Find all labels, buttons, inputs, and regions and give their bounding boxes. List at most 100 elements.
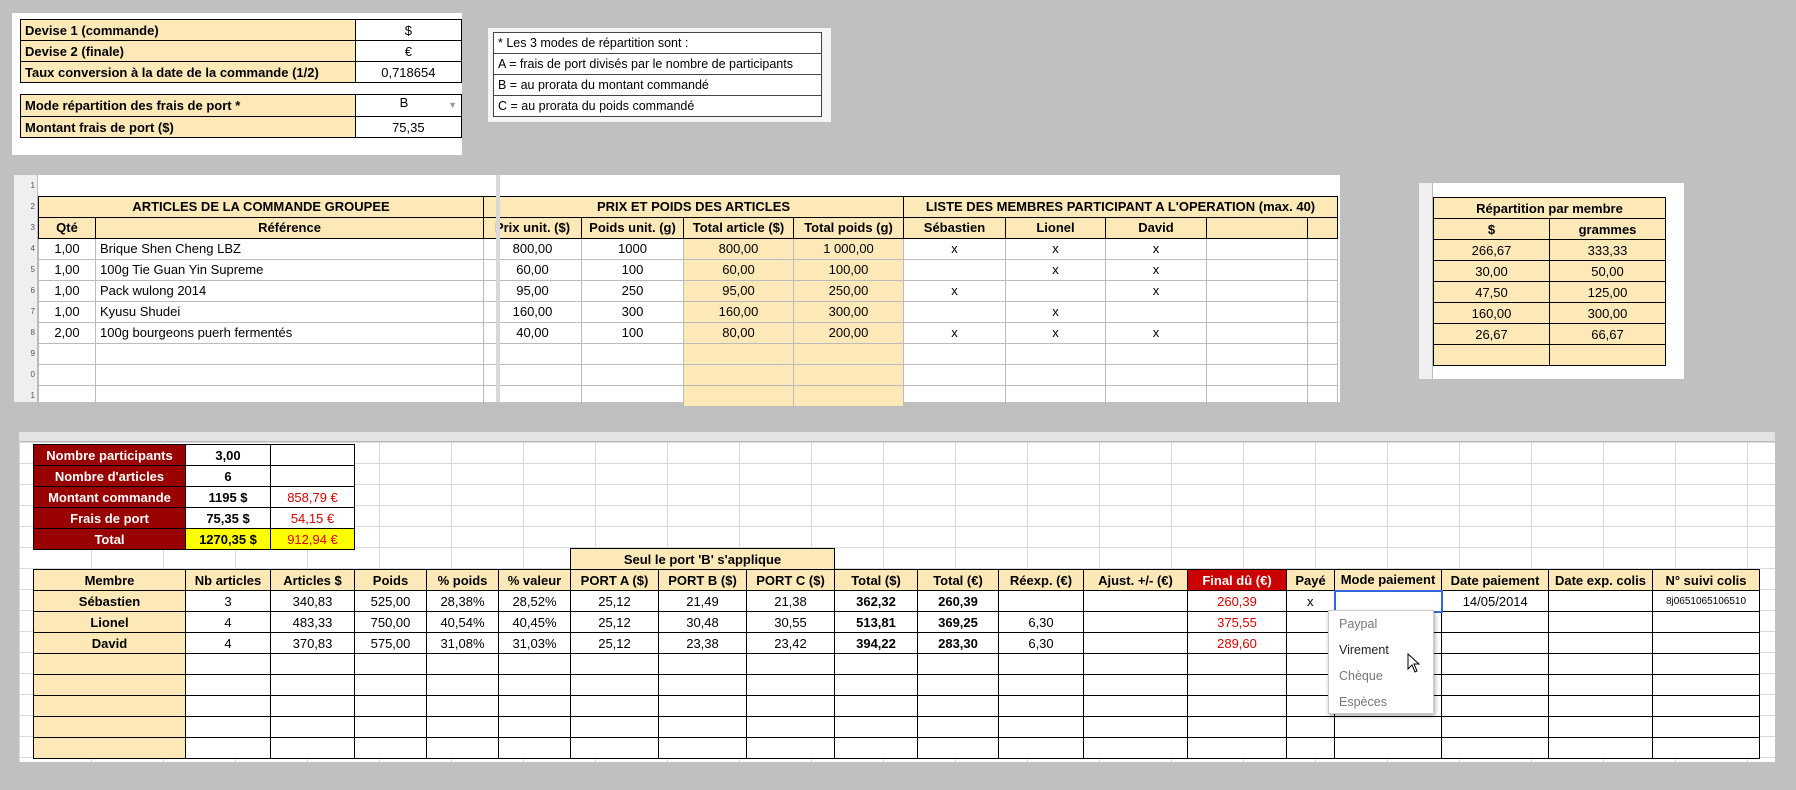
final-due-cell[interactable]: 375,55 <box>1187 611 1287 633</box>
cell[interactable] <box>498 695 571 717</box>
cell[interactable] <box>1083 590 1188 612</box>
cell[interactable] <box>581 384 684 407</box>
cell[interactable]: 283,30 <box>917 632 999 654</box>
cell[interactable] <box>270 674 355 696</box>
stat-value[interactable]: 3,00 <box>185 444 271 466</box>
cell[interactable] <box>746 653 835 675</box>
cell[interactable] <box>1548 611 1653 633</box>
cell[interactable]: 300,00 <box>1549 302 1666 324</box>
cell[interactable] <box>581 342 684 365</box>
cell[interactable]: 750,00 <box>354 611 427 633</box>
cell[interactable] <box>95 363 484 386</box>
cell[interactable] <box>1105 384 1207 407</box>
cell[interactable] <box>1083 611 1188 633</box>
cell[interactable] <box>1206 342 1308 365</box>
cell[interactable] <box>903 258 1006 281</box>
final-due-cell[interactable]: 260,39 <box>1187 590 1287 612</box>
cell[interactable] <box>683 363 794 386</box>
cell[interactable] <box>570 695 659 717</box>
cell[interactable]: 95,00 <box>683 279 794 302</box>
cell[interactable] <box>1206 258 1308 281</box>
cell[interactable]: x <box>903 279 1006 302</box>
cell[interactable] <box>1005 279 1106 302</box>
cell[interactable] <box>793 384 904 407</box>
cell[interactable] <box>998 653 1084 675</box>
cell[interactable]: 513,81 <box>834 611 918 633</box>
cell[interactable] <box>1005 384 1106 407</box>
row-number[interactable]: 5 <box>14 259 37 280</box>
cell[interactable]: x <box>1105 237 1207 260</box>
cell[interactable] <box>998 590 1084 612</box>
cell[interactable] <box>270 716 355 738</box>
cell[interactable] <box>1548 716 1653 738</box>
cell[interactable] <box>917 716 999 738</box>
cell[interactable] <box>834 674 918 696</box>
cell[interactable]: x <box>1005 237 1106 260</box>
cell[interactable]: 28,52% <box>498 590 571 612</box>
cell[interactable] <box>1187 695 1287 717</box>
cell[interactable]: 100 <box>581 321 684 344</box>
cell[interactable] <box>746 737 835 759</box>
cell[interactable]: 14/05/2014 <box>1441 590 1549 612</box>
cell[interactable]: 40,45% <box>498 611 571 633</box>
cell[interactable]: 4 <box>185 611 271 633</box>
cell[interactable] <box>270 737 355 759</box>
cell[interactable]: 21,49 <box>658 590 747 612</box>
cell[interactable] <box>426 653 499 675</box>
cell[interactable] <box>1206 237 1308 260</box>
cell[interactable]: 47,50 <box>1433 281 1550 303</box>
cell[interactable]: 1,00 <box>38 258 96 281</box>
cell[interactable]: 80,00 <box>683 321 794 344</box>
cell[interactable]: 100g Tie Guan Yin Supreme <box>95 258 484 281</box>
cell[interactable] <box>1334 716 1442 738</box>
cell[interactable] <box>95 342 484 365</box>
cell[interactable] <box>570 737 659 759</box>
cell[interactable] <box>1307 258 1338 281</box>
cell[interactable] <box>1652 716 1760 738</box>
cell[interactable] <box>1206 363 1308 386</box>
cell[interactable]: 575,00 <box>354 632 427 654</box>
cell[interactable] <box>1441 695 1549 717</box>
stat-value-euro[interactable]: 858,79 € <box>270 486 355 508</box>
member-name[interactable]: Lionel <box>33 611 186 633</box>
cell[interactable]: 370,83 <box>270 632 355 654</box>
stat-value[interactable]: 1195 $ <box>185 486 271 508</box>
cell[interactable] <box>1187 737 1287 759</box>
cell[interactable]: 100,00 <box>793 258 904 281</box>
cell[interactable] <box>1083 674 1188 696</box>
cell[interactable]: 6,30 <box>998 611 1084 633</box>
cell[interactable] <box>1286 716 1335 738</box>
cell[interactable]: 31,03% <box>498 632 571 654</box>
cell[interactable]: 23,42 <box>746 632 835 654</box>
cell[interactable]: 30,55 <box>746 611 835 633</box>
row-number[interactable]: 9 <box>14 343 37 364</box>
dropdown-option-especes[interactable]: Espèces <box>1329 689 1433 715</box>
paid-cell[interactable]: x <box>1286 590 1335 612</box>
tracking-cell[interactable]: 8j0651065106510 <box>1652 590 1760 612</box>
cell[interactable] <box>1441 611 1549 633</box>
cell[interactable] <box>1083 737 1188 759</box>
cell[interactable] <box>1441 653 1549 675</box>
cell[interactable] <box>498 674 571 696</box>
cell[interactable]: 100g bourgeons puerh fermentés <box>95 321 484 344</box>
cell[interactable] <box>185 716 271 738</box>
cell[interactable]: x <box>1005 300 1106 323</box>
cell[interactable] <box>1187 674 1287 696</box>
cell[interactable] <box>38 384 96 407</box>
cell[interactable] <box>1548 590 1653 612</box>
cell[interactable]: x <box>1105 279 1207 302</box>
cell[interactable] <box>658 737 747 759</box>
cell[interactable] <box>185 737 271 759</box>
cell[interactable] <box>1441 632 1549 654</box>
row-number[interactable]: 8 <box>14 322 37 343</box>
cell[interactable] <box>270 653 355 675</box>
cell[interactable] <box>793 363 904 386</box>
row-number[interactable]: 2 <box>14 196 37 217</box>
cell[interactable]: 30,00 <box>1433 260 1550 282</box>
cell[interactable] <box>998 716 1084 738</box>
cell[interactable]: Kyusu Shudei <box>95 300 484 323</box>
member-name[interactable]: Sébastien <box>33 590 186 612</box>
cell[interactable]: Brique Shen Cheng LBZ <box>95 237 484 260</box>
cell[interactable] <box>1307 342 1338 365</box>
cell[interactable] <box>1549 344 1666 366</box>
